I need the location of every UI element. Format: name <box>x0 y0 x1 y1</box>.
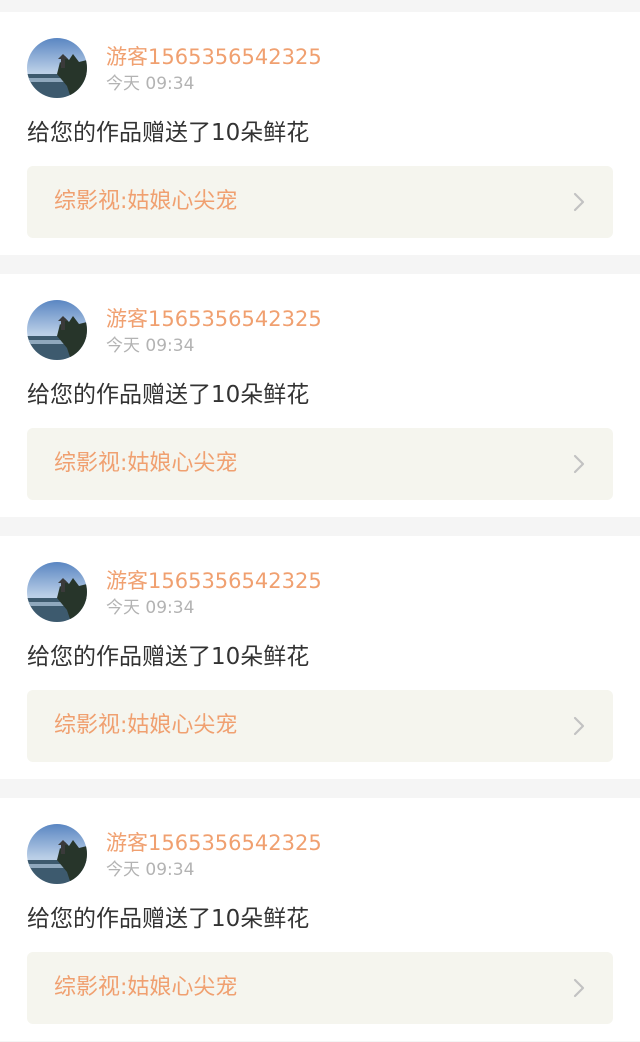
work-link[interactable]: 综影视:姑娘心尖宠 <box>27 166 613 238</box>
avatar[interactable] <box>27 300 87 360</box>
chevron-right-icon <box>573 978 585 998</box>
work-title: 综影视:姑娘心尖宠 <box>54 975 238 1000</box>
work-title: 综影视:姑娘心尖宠 <box>54 189 238 214</box>
user-name[interactable]: 游客1565356542325 <box>106 830 322 856</box>
avatar[interactable] <box>27 38 87 98</box>
notification-card: 游客1565356542325 今天 09:34 给您的作品赠送了10朵鲜花 综… <box>0 536 640 779</box>
work-link[interactable]: 综影视:姑娘心尖宠 <box>27 428 613 500</box>
work-link[interactable]: 综影视:姑娘心尖宠 <box>27 952 613 1024</box>
timestamp: 今天 09:34 <box>106 598 195 618</box>
avatar-icon <box>27 300 87 360</box>
avatar[interactable] <box>27 562 87 622</box>
gift-message: 给您的作品赠送了10朵鲜花 <box>27 906 310 932</box>
work-title: 综影视:姑娘心尖宠 <box>54 451 238 476</box>
avatar-icon <box>27 824 87 884</box>
user-name[interactable]: 游客1565356542325 <box>106 568 322 594</box>
chevron-right-icon <box>573 192 585 212</box>
chevron-right-icon <box>573 716 585 736</box>
notification-card: 游客1565356542325 今天 09:34 给您的作品赠送了10朵鲜花 综… <box>0 798 640 1041</box>
timestamp: 今天 09:34 <box>106 336 195 356</box>
avatar-icon <box>27 562 87 622</box>
gift-message: 给您的作品赠送了10朵鲜花 <box>27 120 310 146</box>
notification-feed: 游客1565356542325 今天 09:34 给您的作品赠送了10朵鲜花 综… <box>0 0 640 1042</box>
avatar-icon <box>27 38 87 98</box>
user-name[interactable]: 游客1565356542325 <box>106 306 322 332</box>
gift-message: 给您的作品赠送了10朵鲜花 <box>27 382 310 408</box>
avatar[interactable] <box>27 824 87 884</box>
notification-card: 游客1565356542325 今天 09:34 给您的作品赠送了10朵鲜花 综… <box>0 12 640 255</box>
work-title: 综影视:姑娘心尖宠 <box>54 713 238 738</box>
timestamp: 今天 09:34 <box>106 860 195 880</box>
notification-card: 游客1565356542325 今天 09:34 给您的作品赠送了10朵鲜花 综… <box>0 274 640 517</box>
user-name[interactable]: 游客1565356542325 <box>106 44 322 70</box>
timestamp: 今天 09:34 <box>106 74 195 94</box>
chevron-right-icon <box>573 454 585 474</box>
gift-message: 给您的作品赠送了10朵鲜花 <box>27 644 310 670</box>
work-link[interactable]: 综影视:姑娘心尖宠 <box>27 690 613 762</box>
